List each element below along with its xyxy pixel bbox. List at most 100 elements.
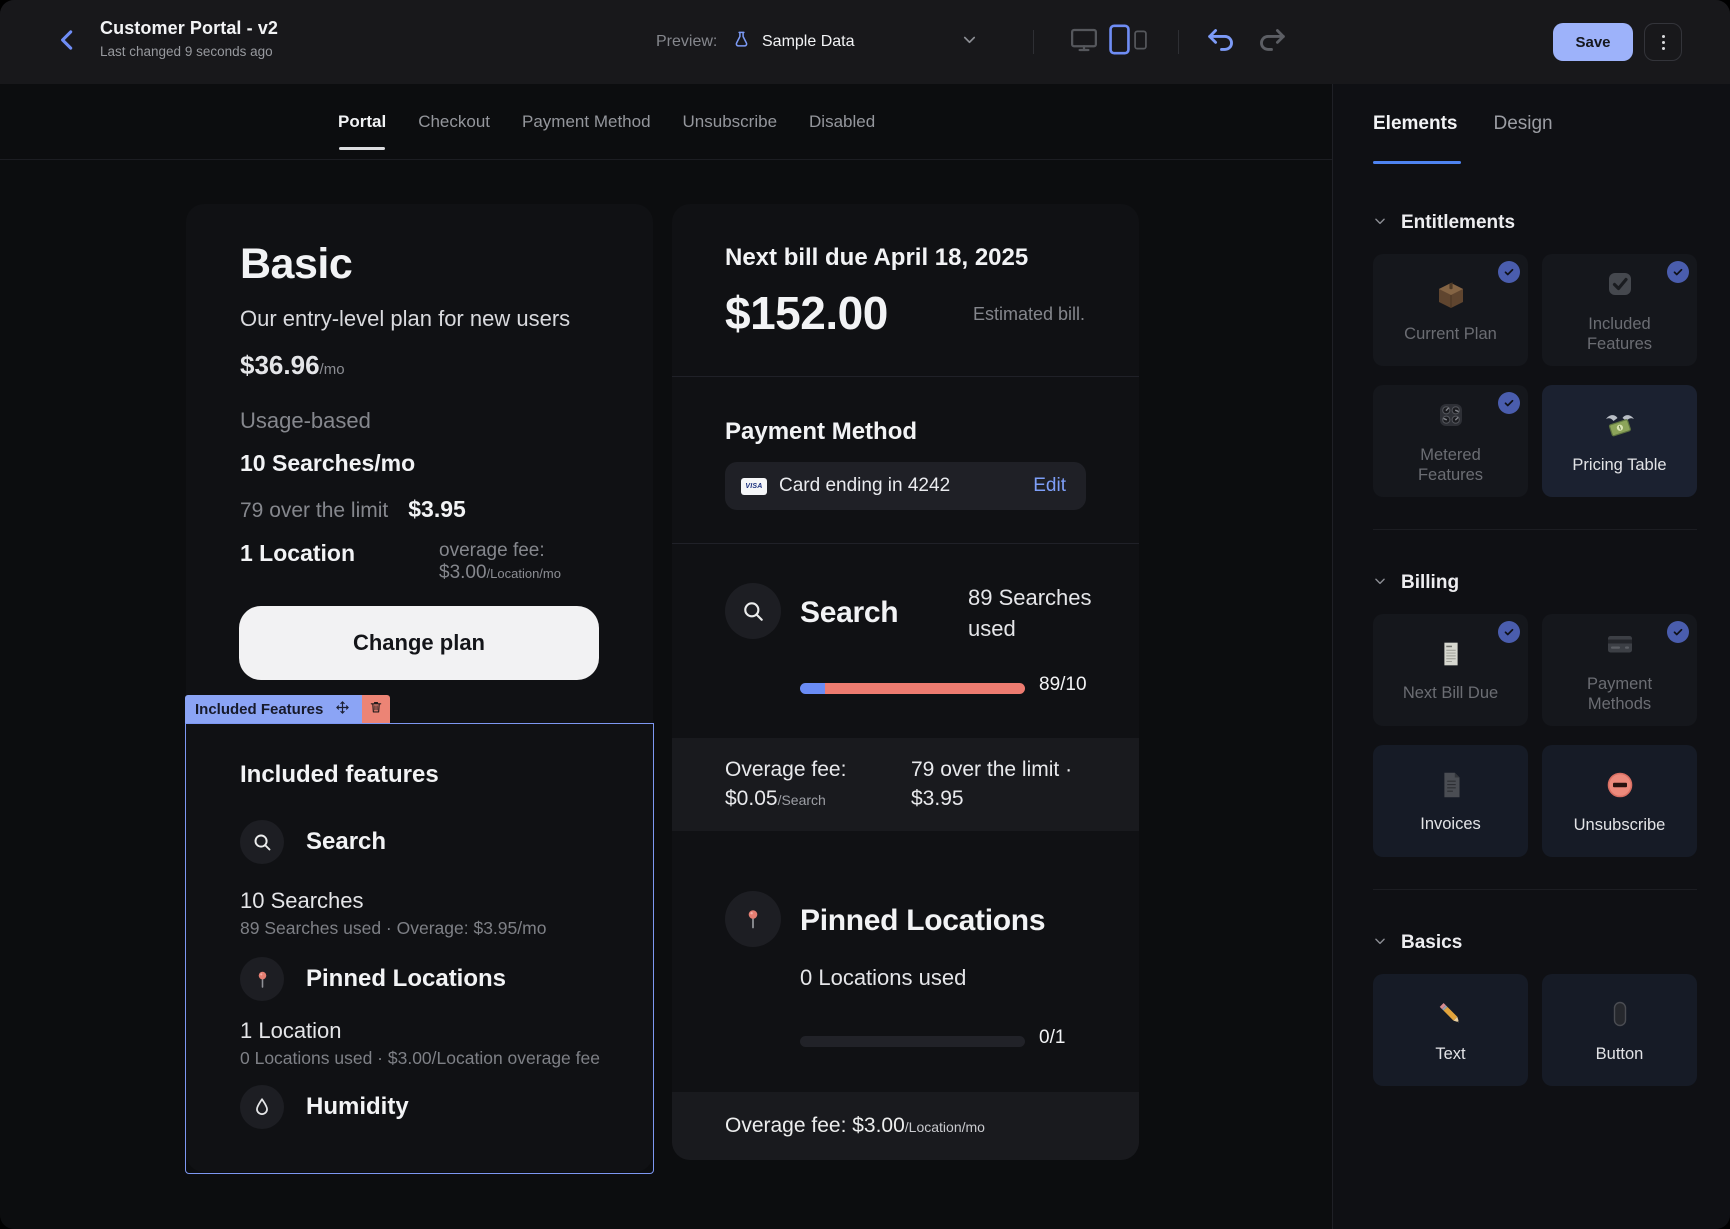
top-bar: Customer Portal - v2 Last changed 9 seco… (0, 0, 1730, 84)
tile-invoices[interactable]: Invoices (1373, 745, 1528, 857)
payment-method-heading: Payment Method (725, 418, 917, 446)
tab-disabled[interactable]: Disabled (809, 106, 875, 138)
search-icon (725, 583, 781, 639)
section-basics-header[interactable]: Basics (1373, 932, 1697, 954)
app-window: Customer Portal - v2 Last changed 9 seco… (0, 0, 1730, 1229)
redo-icon (1256, 27, 1287, 58)
feature-locations-label: Pinned Locations (306, 965, 506, 993)
over-limit-amount: $3.95 (911, 787, 1072, 811)
delete-element-button[interactable] (362, 695, 390, 723)
section-billing-header[interactable]: Billing (1373, 572, 1697, 594)
last-changed-status: Last changed 9 seconds ago (100, 44, 278, 59)
locations-overage-text: Overage fee: $3.00/Location/mo (725, 1114, 985, 1138)
check-badge-icon (1498, 392, 1520, 414)
included-features-selection-badge: Included Features (185, 695, 390, 723)
section-billing: Billing Next Bill Due Payment Methods (1333, 572, 1730, 890)
tile-unsubscribe[interactable]: Unsubscribe (1542, 745, 1697, 857)
visa-icon: VISA (741, 478, 767, 495)
selection-drag-handle[interactable]: Included Features (185, 695, 362, 723)
more-options-button[interactable] (1644, 23, 1682, 61)
tile-text[interactable]: Text (1373, 974, 1528, 1086)
search-usage-text: 89 Searchesused (968, 582, 1098, 644)
locations-overage-footer: Overage fee: $3.00/Location/mo (672, 1092, 1139, 1160)
money-wings-icon (1602, 407, 1638, 448)
undo-button[interactable] (1206, 0, 1237, 84)
section-basics: Basics Text Button (1333, 932, 1730, 1086)
check-badge-icon (1498, 261, 1520, 283)
tile-button[interactable]: Button (1542, 974, 1697, 1086)
section-entitlements-header[interactable]: Entitlements (1373, 212, 1697, 234)
tab-checkout[interactable]: Checkout (418, 106, 490, 138)
payment-method-row: VISA Card ending in 4242 Edit (725, 462, 1086, 510)
plan-price-unit: /mo (320, 361, 345, 378)
credit-card-icon (1602, 626, 1638, 667)
tab-unsubscribe[interactable]: Unsubscribe (683, 106, 778, 138)
usage-based-label: Usage-based (240, 408, 371, 434)
device-tablet-button[interactable] (1108, 0, 1131, 84)
tablet-icon (1108, 24, 1131, 60)
topbar-divider (1033, 30, 1034, 54)
tab-payment-method[interactable]: Payment Method (522, 106, 651, 138)
topbar-divider (1178, 30, 1179, 54)
locations-usage-bar (800, 1036, 1025, 1047)
canvas-column: Portal Checkout Payment Method Unsubscri… (0, 84, 1332, 1229)
kebab-icon (1662, 35, 1665, 50)
feature-locations-row: Pinned Locations (240, 957, 506, 1001)
tile-included-features[interactable]: Included Features (1542, 254, 1697, 366)
phone-icon (1134, 30, 1147, 55)
search-meter-title: Search (800, 596, 898, 630)
back-button[interactable] (50, 24, 86, 60)
plan-card: Basic Our entry-level plan for new users… (186, 204, 653, 1172)
tab-elements[interactable]: Elements (1373, 84, 1457, 164)
plan-price: $36.96/mo (240, 350, 345, 381)
device-phone-button[interactable] (1134, 0, 1147, 84)
estimated-bill-note: Estimated bill. (973, 304, 1085, 325)
search-overage-row: Overage fee: $0.05/Search 79 over the li… (672, 738, 1139, 831)
over-limit-text: 79 over the limit · (911, 758, 1072, 782)
tab-design[interactable]: Design (1493, 84, 1552, 164)
change-plan-button[interactable]: Change plan (239, 606, 599, 680)
tile-current-plan[interactable]: Current Plan (1373, 254, 1528, 366)
edit-payment-link[interactable]: Edit (1033, 475, 1066, 497)
overage-fee-price: $0.05/Search (725, 787, 846, 811)
bill-amount: $152.00 (725, 286, 888, 340)
monitor-icon (1068, 25, 1100, 60)
search-quota: 10 Searches (240, 888, 364, 914)
receipt-icon (1434, 637, 1468, 676)
feature-search-label: Search (306, 828, 386, 856)
feature-search-row: Search (240, 820, 386, 864)
check-badge-icon (1498, 621, 1520, 643)
check-square-icon (1602, 266, 1638, 307)
tile-next-bill-due[interactable]: Next Bill Due (1373, 614, 1528, 726)
searches-entitlement: 10 Searches/mo (240, 450, 415, 477)
preview-data-picker[interactable]: Sample Data (732, 0, 855, 84)
over-limit-amount: $3.95 (408, 496, 466, 523)
gauge-icon (1433, 397, 1469, 438)
feature-humidity-label: Humidity (306, 1093, 409, 1121)
device-desktop-button[interactable] (1068, 0, 1100, 84)
section-divider (1373, 529, 1697, 530)
sidebar-tabs: Elements Design (1333, 84, 1730, 164)
tab-portal[interactable]: Portal (338, 106, 386, 138)
bill-card: Next bill due April 18, 2025 $152.00 Est… (672, 204, 1139, 1160)
over-limit-label: 79 over the limit (240, 499, 388, 523)
save-button[interactable]: Save (1553, 23, 1633, 61)
button-icon (1602, 996, 1638, 1037)
tile-metered-features[interactable]: Metered Features (1373, 385, 1528, 497)
search-usage-ratio: 89/10 (1039, 674, 1087, 696)
portal-tabstrip: Portal Checkout Payment Method Unsubscri… (0, 84, 1332, 160)
preview-dropdown-chevron[interactable] (960, 0, 979, 84)
elements-sidebar: Elements Design Entitlements Current Pla… (1332, 84, 1730, 1229)
divider (672, 376, 1139, 377)
tile-payment-methods[interactable]: Payment Methods (1542, 614, 1697, 726)
badge-label: Included Features (195, 701, 323, 718)
chevron-down-icon (1373, 934, 1387, 953)
search-usage-note: 89 Searches used · Overage: $3.95/mo (240, 918, 546, 939)
tile-pricing-table[interactable]: Pricing Table (1542, 385, 1697, 497)
droplet-icon (240, 1085, 284, 1129)
redo-button[interactable] (1256, 0, 1287, 84)
locations-quota: 1 Location (240, 1018, 342, 1044)
flask-icon (732, 30, 751, 54)
document-icon (1434, 768, 1468, 807)
section-divider (1373, 889, 1697, 890)
